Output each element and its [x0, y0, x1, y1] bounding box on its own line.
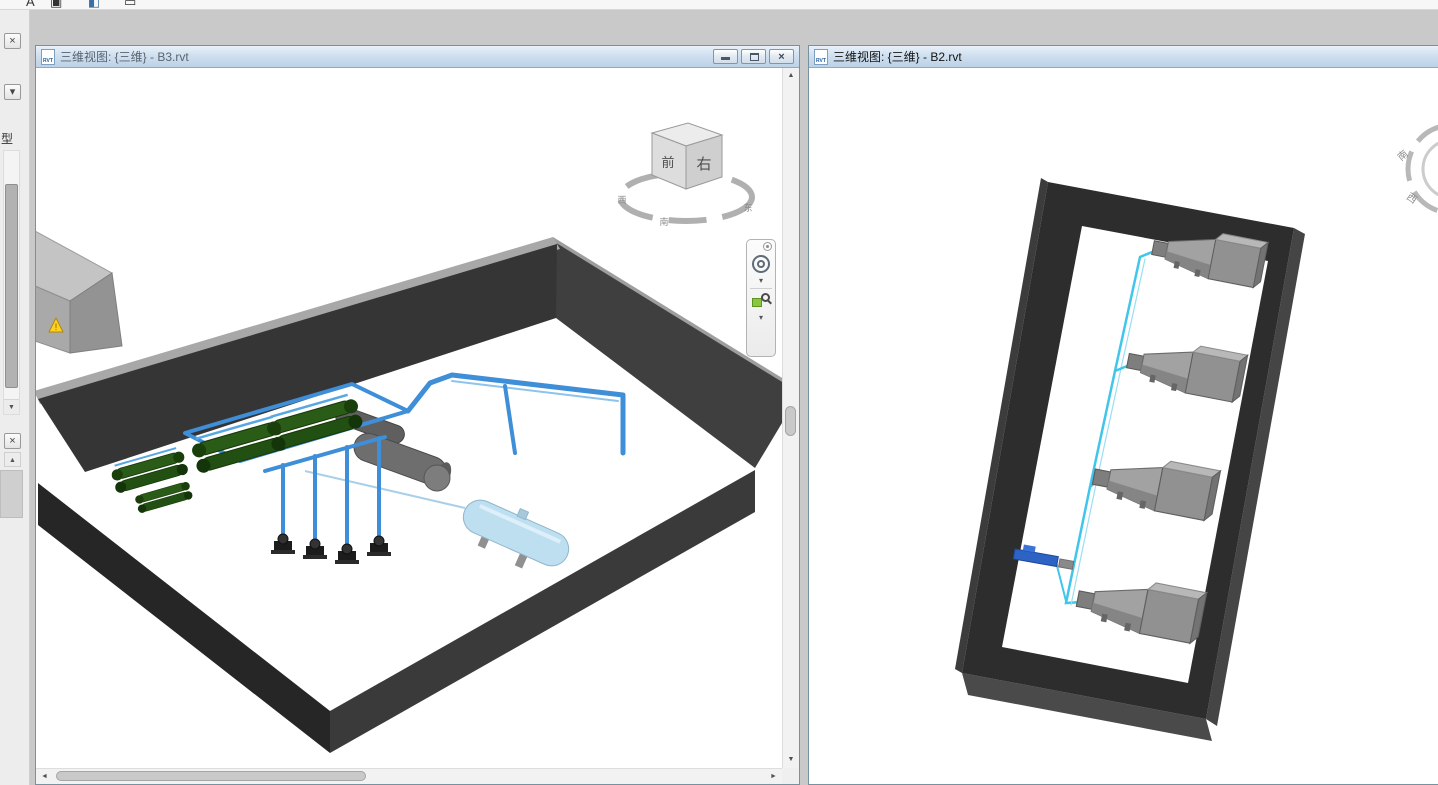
rail-scrollbar[interactable]: ▼ — [3, 150, 20, 415]
navbar-divider — [750, 288, 772, 289]
panel-fragment — [0, 470, 23, 518]
panel-label-fragment: 型 — [1, 130, 13, 147]
rvt-file-icon: RVT — [814, 49, 828, 65]
window-controls: × — [713, 49, 794, 64]
text-tool-icon[interactable]: A — [26, 0, 35, 9]
window-b2: RVT 三维视图: {三维} - B2.rvt — [808, 45, 1438, 785]
scroll-down-arrow[interactable]: ▼ — [783, 752, 799, 768]
close-button[interactable]: × — [769, 49, 794, 64]
viewcube-right-label: 右 — [696, 156, 711, 173]
horizontal-scrollbar[interactable]: ◄ ► — [36, 768, 782, 784]
floor-slab — [38, 470, 755, 753]
pump — [303, 539, 327, 559]
vertical-scrollbar[interactable]: ▲ ▼ — [782, 68, 799, 768]
maximize-icon — [750, 53, 759, 61]
b2-3d-viewport[interactable]: 南 西 — [809, 68, 1438, 784]
pump — [271, 534, 295, 554]
section-icon[interactable]: ▭ — [124, 0, 136, 10]
compass-east-label[interactable]: 东 — [743, 202, 752, 213]
ribbon-bottom-strip: A ▣ ◧ ▭ — [0, 0, 1438, 10]
gray-plant-box: ! — [36, 231, 122, 353]
b3-3d-viewport[interactable]: ! — [36, 68, 782, 768]
navigation-bar: ▾ ▾ — [746, 239, 776, 357]
room-walls — [36, 237, 782, 472]
minimize-icon — [721, 57, 730, 60]
panel-close-button[interactable]: × — [4, 433, 21, 449]
scroll-right-arrow[interactable]: ► — [765, 769, 782, 784]
titlebar-b2[interactable]: RVT 三维视图: {三维} - B2.rvt — [809, 46, 1438, 68]
zoom-region-icon[interactable] — [751, 293, 771, 310]
navbar-close-icon[interactable] — [763, 242, 772, 251]
panel-close-button[interactable]: × — [4, 33, 21, 49]
scroll-up-arrow[interactable]: ▲ — [783, 68, 799, 84]
svg-text:!: ! — [55, 322, 58, 332]
titlebar-b3[interactable]: RVT 三维视图: {三维} - B3.rvt × — [36, 46, 799, 68]
viewcube-front-label: 前 — [661, 155, 674, 170]
scrollbar-corner — [782, 768, 799, 784]
scroll-down-arrow[interactable]: ▼ — [4, 399, 19, 414]
compass-south-label[interactable]: 南 — [659, 216, 668, 227]
viewcube[interactable]: 前 右 西 南 东 — [617, 123, 752, 227]
scrollbar-thumb[interactable] — [785, 406, 796, 436]
compass-west-label[interactable]: 西 — [617, 195, 626, 205]
viewcube-partial[interactable]: 南 西 — [1395, 125, 1438, 213]
window-title: 三维视图: {三维} - B2.rvt — [833, 48, 962, 65]
component-icon[interactable]: ◧ — [88, 0, 100, 10]
steering-wheel-icon[interactable] — [752, 255, 770, 273]
rvt-file-icon: RVT — [41, 49, 55, 65]
clipboard-icon[interactable]: ▣ — [50, 0, 62, 10]
type-dropdown-arrow[interactable]: ▾ — [4, 84, 21, 100]
scrollbar-thumb[interactable] — [5, 184, 18, 388]
pump — [335, 544, 359, 564]
scroll-up-arrow[interactable]: ▲ — [4, 452, 21, 467]
scrollbar-thumb[interactable] — [56, 771, 366, 781]
tank-sphere — [424, 465, 450, 491]
window-title: 三维视图: {三维} - B3.rvt — [60, 48, 189, 65]
chevron-down-icon[interactable]: ▾ — [759, 277, 763, 284]
scroll-left-arrow[interactable]: ◄ — [36, 769, 53, 784]
b3-client-area: ! — [36, 68, 799, 784]
blue-tank — [453, 488, 577, 583]
pump — [367, 536, 391, 556]
minimize-button[interactable] — [713, 49, 738, 64]
left-dock-rail: × ▾ 型 ▼ × ▲ — [0, 10, 30, 785]
chevron-down-icon[interactable]: ▾ — [759, 314, 763, 321]
maximize-button[interactable] — [741, 49, 766, 64]
b2-client-area: 南 西 — [809, 68, 1438, 784]
window-b3: RVT 三维视图: {三维} - B3.rvt × ! — [35, 45, 800, 785]
